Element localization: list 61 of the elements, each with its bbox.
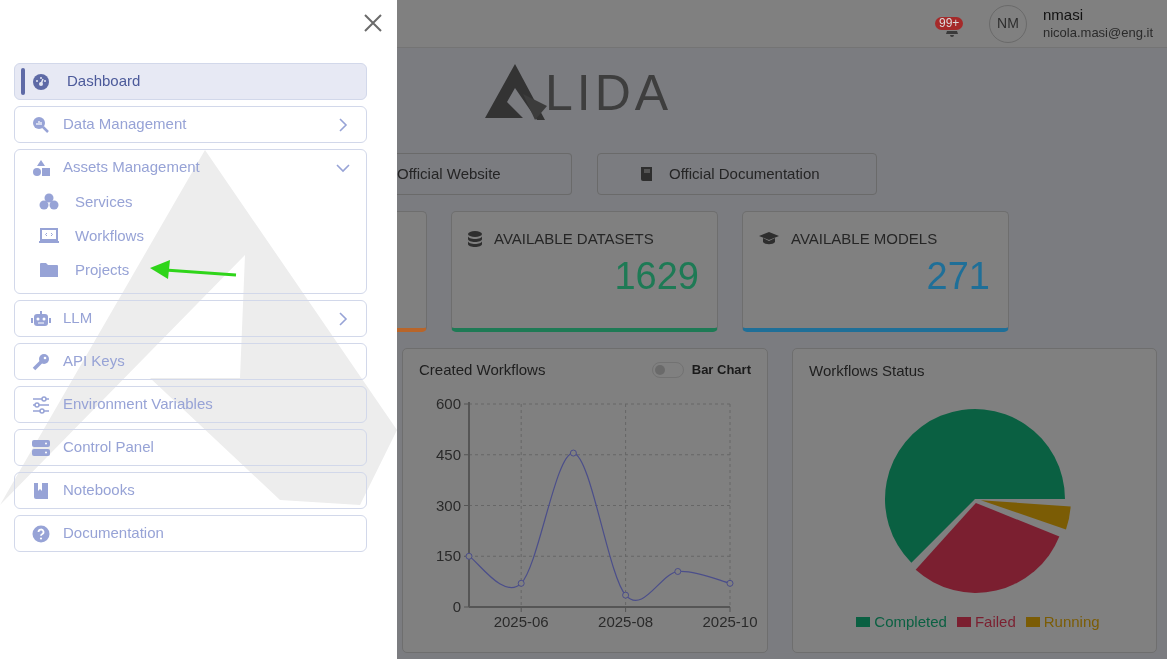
legend-label[interactable]: Running <box>1043 611 1100 634</box>
nav-item[interactable]: API Keys <box>15 344 366 379</box>
nav-item[interactable]: Dashboard <box>15 64 366 99</box>
chart-title: Workflows Status <box>809 362 925 379</box>
robot-icon <box>31 309 51 328</box>
stat-title: AVAILABLE DATASETS <box>494 228 654 249</box>
notification-badge: 99+ <box>934 16 964 30</box>
data-point <box>726 579 734 587</box>
axis-tick-label: 2025-10 <box>702 613 758 630</box>
legend-label[interactable]: Completed <box>874 611 947 634</box>
laptop-code-icon <box>39 228 59 244</box>
legend-label[interactable]: Failed <box>974 611 1016 634</box>
logo-icon <box>485 64 547 120</box>
book-icon <box>640 166 653 182</box>
shapes-icon <box>32 158 50 177</box>
nav-item[interactable]: Control Panel <box>15 430 366 465</box>
folder-icon <box>40 262 58 278</box>
nav-item[interactable]: Data Management <box>15 107 366 142</box>
axis-tick-label: 450 <box>435 445 461 463</box>
logo-text: LIDA <box>545 66 673 120</box>
chevron-right-icon[interactable] <box>336 117 350 132</box>
nav-subitem[interactable]: Services <box>15 185 366 219</box>
axis-tick-label: 300 <box>435 496 461 514</box>
nav-item[interactable]: Notebooks <box>15 473 366 508</box>
nav-item[interactable]: Documentation <box>15 516 366 551</box>
dashboard-icon <box>32 72 50 91</box>
stat-title: AVAILABLE MODELS <box>791 228 938 249</box>
nav-subitem[interactable]: Projects <box>15 253 366 287</box>
database-icon <box>468 231 482 247</box>
stat-value: 271 <box>926 254 990 298</box>
chart-title: Created Workflows <box>419 359 546 380</box>
stat-value: 1629 <box>614 254 699 298</box>
graduation-cap-icon <box>759 232 779 246</box>
axis-tick-label: 0 <box>452 598 461 615</box>
user-email: nicola.masi@eng.it <box>1042 23 1153 42</box>
axis-tick-label: 600 <box>435 395 461 412</box>
chevron-right-icon[interactable] <box>336 311 350 326</box>
nav-item[interactable]: Environment Variables <box>15 387 366 422</box>
data-point <box>569 449 577 457</box>
bookmark-book-icon <box>33 481 49 500</box>
axis-tick-label: 2025-08 <box>598 613 654 630</box>
data-point <box>674 568 682 575</box>
key-icon <box>32 352 50 371</box>
nav-subitem[interactable]: Workflows <box>15 219 366 253</box>
help-icon <box>32 524 50 543</box>
axis-tick-label: 2025-06 <box>493 613 549 630</box>
toggle-label: Bar Chart <box>691 361 751 380</box>
user-name: nmasi <box>1042 5 1084 24</box>
close-icon[interactable] <box>363 13 383 33</box>
search-icon <box>32 115 50 134</box>
website-link-button[interactable]: Official Website <box>397 153 572 195</box>
documentation-link-button[interactable]: Official Documentation <box>597 153 877 195</box>
server-icon <box>32 438 50 457</box>
axis-tick-label: 150 <box>435 547 461 565</box>
data-point <box>517 579 525 587</box>
cubes-icon <box>39 193 59 211</box>
nav-item[interactable]: LLM <box>15 301 366 336</box>
sliders-icon <box>32 395 50 414</box>
nav-item[interactable]: Assets Management <box>15 150 366 185</box>
data-point <box>622 591 630 599</box>
data-point <box>465 552 473 560</box>
